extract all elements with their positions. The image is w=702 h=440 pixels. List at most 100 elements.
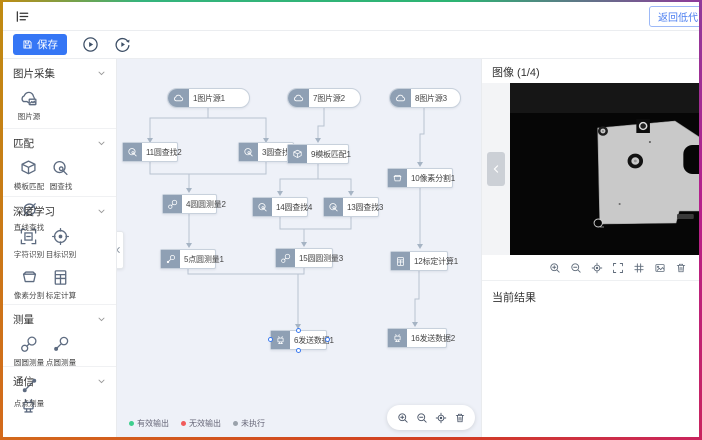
category-header[interactable]: 深度学习 bbox=[13, 204, 106, 219]
inspection-part-image bbox=[510, 83, 699, 255]
category-header[interactable]: 图片采集 bbox=[13, 66, 106, 81]
chevron-down-icon bbox=[97, 69, 106, 78]
flow-node-send-data-1[interactable]: 6发送数据1 bbox=[270, 330, 327, 350]
flow-node-calibration-calc-1[interactable]: 12标定计算1 bbox=[390, 251, 448, 271]
category-header[interactable]: 匹配 bbox=[13, 136, 106, 151]
sidebar-item-circle-find[interactable]: 圆查找 bbox=[45, 159, 76, 192]
flow-node-circle-find-2[interactable]: 11圆查找2 bbox=[122, 142, 178, 162]
sidebar-item-pixel-segment[interactable]: 像素分割 bbox=[14, 268, 45, 301]
image-nav-strip bbox=[482, 83, 510, 255]
node-handle[interactable] bbox=[296, 348, 301, 353]
run-button[interactable] bbox=[81, 36, 99, 54]
header-bar: 返回低代 bbox=[3, 2, 699, 31]
red-dot-icon bbox=[181, 421, 186, 426]
zoom-out-icon[interactable] bbox=[416, 412, 428, 424]
gray-dot-icon bbox=[233, 421, 238, 426]
circle-circle-measure-icon bbox=[163, 195, 182, 213]
locate-icon[interactable] bbox=[591, 262, 603, 274]
legend-invalid-output: 无效输出 bbox=[181, 418, 221, 429]
flow-node-send-data-2[interactable]: 16发送数据2 bbox=[387, 328, 447, 348]
sidebar-item-template-match[interactable]: 模板匹配 bbox=[13, 159, 44, 192]
basket-icon bbox=[388, 169, 407, 187]
chevron-left-icon bbox=[117, 246, 122, 254]
node-handle[interactable] bbox=[296, 328, 301, 333]
basket-icon bbox=[20, 268, 39, 287]
menu-icon[interactable] bbox=[15, 9, 30, 24]
cube-icon bbox=[19, 159, 38, 178]
prev-image-button[interactable] bbox=[487, 152, 505, 186]
send-device-icon bbox=[271, 331, 290, 349]
category-header[interactable]: 测量 bbox=[13, 312, 106, 327]
camera-image-preview[interactable] bbox=[510, 83, 699, 255]
point-circle-measure-icon bbox=[161, 250, 180, 268]
circle-search-icon bbox=[51, 159, 70, 178]
image-export-icon[interactable] bbox=[654, 262, 666, 274]
legend-valid-output: 有效输出 bbox=[129, 418, 169, 429]
fullscreen-icon[interactable] bbox=[612, 262, 624, 274]
zoom-in-icon[interactable] bbox=[397, 412, 409, 424]
save-button-label: 保存 bbox=[37, 37, 58, 52]
sidebar-item-image-source[interactable]: 图片源 bbox=[13, 89, 44, 122]
sidebar-collapse-handle[interactable] bbox=[117, 231, 124, 269]
green-dot-icon bbox=[129, 421, 134, 426]
circle-search-icon bbox=[253, 198, 272, 216]
app-window: 返回低代 保存 图片采集 bbox=[0, 0, 702, 440]
flow-node-image-source-3[interactable]: 8图片源3 bbox=[389, 88, 461, 108]
chevron-down-icon bbox=[97, 377, 106, 386]
circle-circle-measure-icon bbox=[19, 335, 38, 354]
flow-node-circle-circle-measure-3[interactable]: 15圆圆测量3 bbox=[275, 248, 333, 268]
save-button[interactable]: 保存 bbox=[13, 34, 67, 55]
run-once-button[interactable] bbox=[113, 36, 131, 54]
cloud-image-icon bbox=[19, 89, 38, 108]
sidebar-item-circle-circle-measure[interactable]: 圆圆测量 bbox=[13, 335, 44, 368]
node-handle[interactable] bbox=[325, 337, 330, 342]
cube-icon bbox=[288, 145, 307, 163]
grid-icon[interactable] bbox=[633, 262, 645, 274]
play-icon bbox=[82, 36, 99, 53]
category-deep-learning: 深度学习 字符识别 目标识别 bbox=[3, 197, 116, 305]
image-toolbar bbox=[482, 255, 699, 281]
flow-canvas[interactable]: 1图片源1 7图片源2 8图片源3 11圆查找2 3圆查找1 bbox=[117, 59, 481, 437]
circle-search-icon bbox=[324, 198, 343, 216]
sidebar-item-object-detect[interactable]: 目标识别 bbox=[45, 227, 76, 260]
zoom-in-icon[interactable] bbox=[549, 262, 561, 274]
current-result-title: 当前结果 bbox=[482, 281, 699, 313]
flow-node-circle-find-1[interactable]: 3圆查找1 bbox=[238, 142, 294, 162]
sidebar-item-calibration-calc[interactable]: 标定计算 bbox=[45, 268, 76, 301]
flow-node-image-source-1[interactable]: 1图片源1 bbox=[167, 88, 250, 108]
toolbar: 保存 bbox=[3, 31, 699, 59]
trash-icon[interactable] bbox=[675, 262, 687, 274]
circle-search-icon bbox=[239, 143, 258, 161]
trash-icon[interactable] bbox=[454, 412, 466, 424]
node-handle[interactable] bbox=[268, 337, 273, 342]
cloud-icon bbox=[168, 89, 189, 107]
preview-title: 图像 (1/4) bbox=[482, 59, 699, 83]
send-device-icon bbox=[388, 329, 407, 347]
target-icon bbox=[51, 227, 70, 246]
chevron-down-icon bbox=[97, 315, 106, 324]
back-to-lowcode-button[interactable]: 返回低代 bbox=[649, 6, 699, 27]
table-icon bbox=[391, 252, 410, 270]
preview-panel: 图像 (1/4) bbox=[481, 59, 699, 437]
flow-node-circle-find-4[interactable]: 14圆查找4 bbox=[252, 197, 308, 217]
circle-circle-measure-icon bbox=[276, 249, 295, 267]
flow-node-pixel-segment-1[interactable]: 10像素分割1 bbox=[387, 168, 453, 188]
flow-node-point-circle-measure-1[interactable]: 5点圆测量1 bbox=[160, 249, 216, 269]
chevron-down-icon bbox=[97, 207, 106, 216]
zoom-out-icon[interactable] bbox=[570, 262, 582, 274]
locate-icon[interactable] bbox=[435, 412, 447, 424]
cloud-icon bbox=[288, 89, 309, 107]
flow-node-image-source-2[interactable]: 7图片源2 bbox=[287, 88, 361, 108]
category-header[interactable]: 通信 bbox=[13, 374, 106, 389]
circle-search-icon bbox=[123, 143, 142, 161]
status-legend: 有效输出 无效输出 未执行 bbox=[129, 418, 265, 429]
cloud-icon bbox=[390, 89, 411, 107]
chevron-left-icon bbox=[491, 164, 501, 174]
flow-node-template-match-1[interactable]: 9模板匹配1 bbox=[287, 144, 349, 164]
flow-node-circle-find-3[interactable]: 13圆查找3 bbox=[323, 197, 379, 217]
tool-sidebar: 图片采集 图片源 匹配 bbox=[3, 59, 117, 437]
flow-node-circle-circle-measure-2[interactable]: 4圆圆测量2 bbox=[162, 194, 217, 214]
sidebar-item-point-circle-measure[interactable]: 点圆测量 bbox=[45, 335, 76, 368]
category-matching: 匹配 模板匹配 圆查找 直 bbox=[3, 129, 116, 197]
category-image-acquisition: 图片采集 图片源 bbox=[3, 59, 116, 129]
